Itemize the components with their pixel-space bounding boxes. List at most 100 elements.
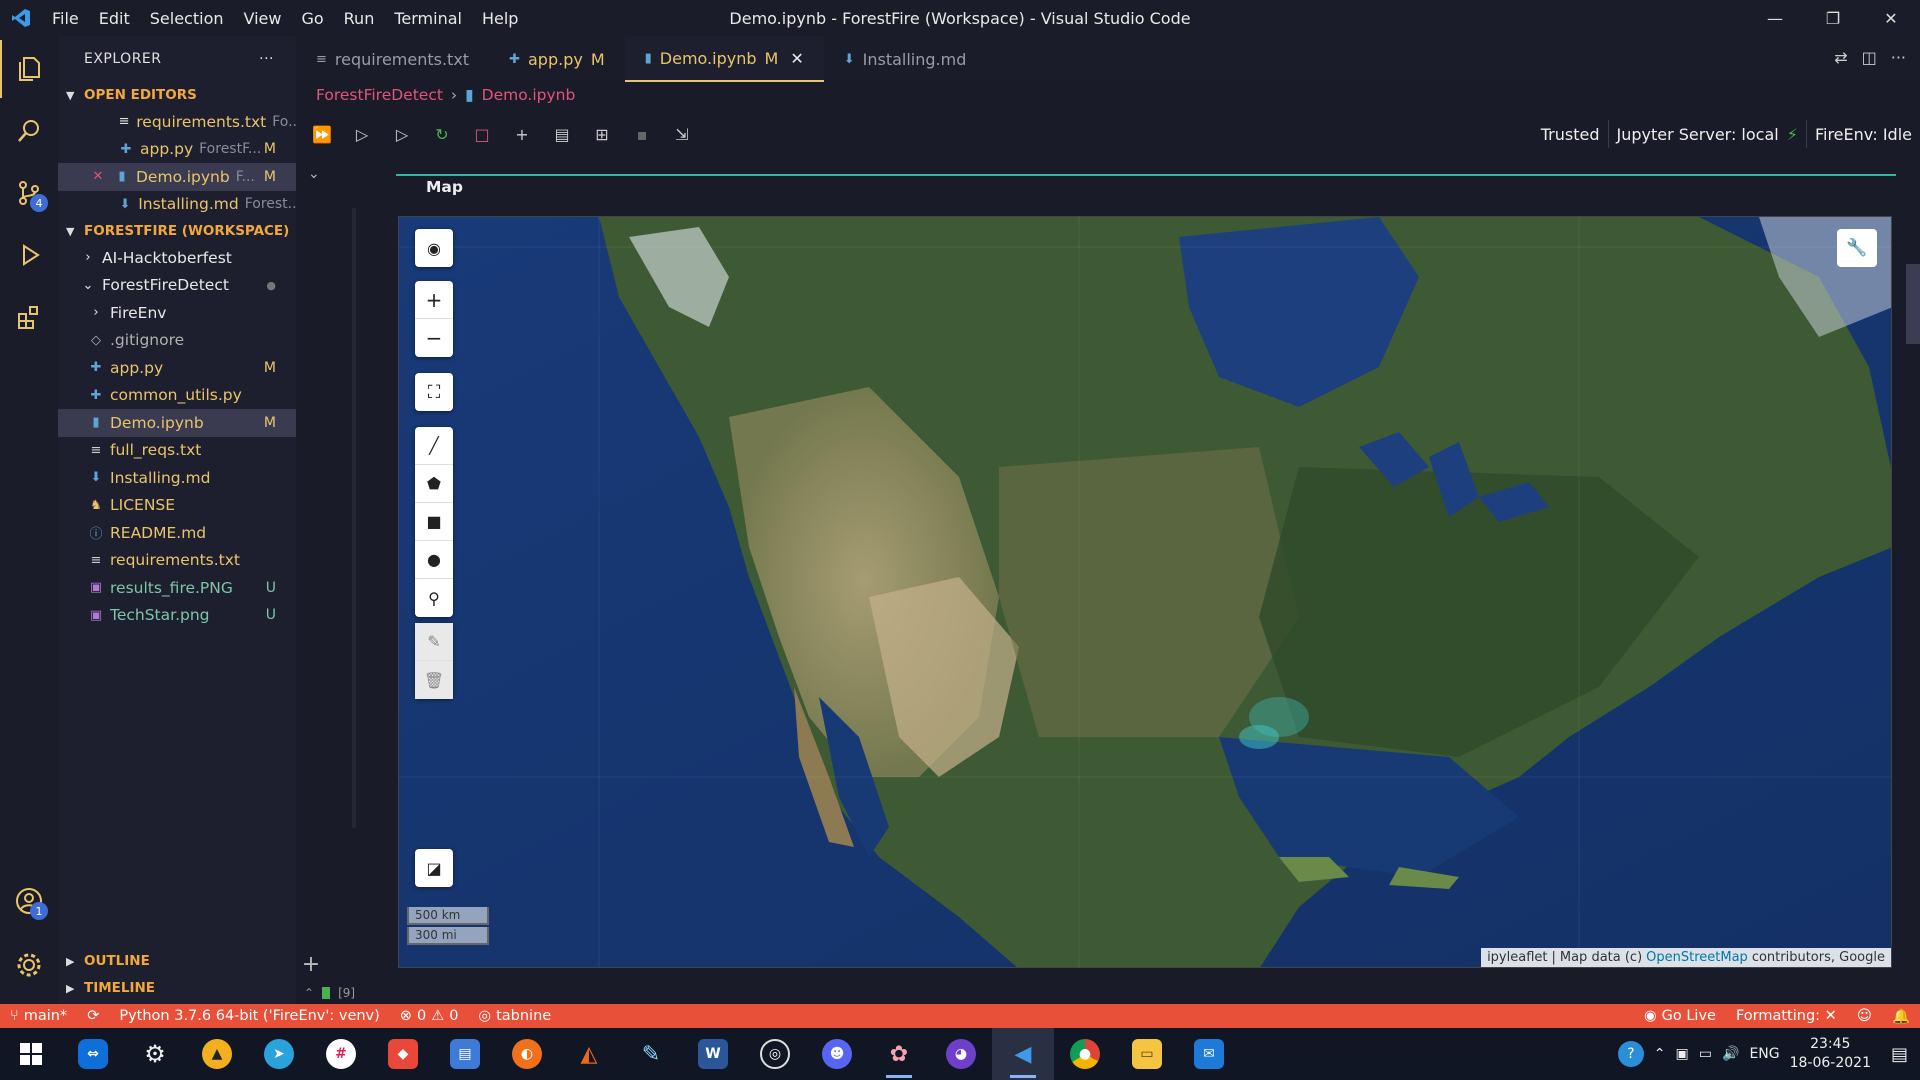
close-window-icon[interactable]: ✕ bbox=[1862, 0, 1920, 36]
restart-kernel-icon[interactable]: ↻ bbox=[422, 125, 462, 144]
settings-gear-icon[interactable] bbox=[0, 936, 58, 994]
close-tab-icon[interactable]: ✕ bbox=[790, 49, 803, 68]
taskbar-slack[interactable]: # bbox=[310, 1028, 372, 1080]
language-indicator[interactable]: ENG bbox=[1749, 1046, 1779, 1062]
more-actions-icon[interactable]: ··· bbox=[259, 51, 274, 67]
tree-file[interactable]: ⓘ README.md bbox=[58, 519, 296, 547]
satellite-map-tiles[interactable] bbox=[399, 217, 1892, 968]
scrollbar-thumb[interactable] bbox=[1906, 264, 1920, 344]
split-editor-icon[interactable]: ◫ bbox=[1862, 48, 1877, 67]
wrench-icon[interactable]: 🔧 bbox=[1837, 229, 1877, 267]
menu-help[interactable]: Help bbox=[472, 9, 528, 28]
battery-icon[interactable]: ▭ bbox=[1699, 1046, 1712, 1062]
edit-layers-icon[interactable]: ✎ bbox=[415, 623, 453, 661]
python-interpreter[interactable]: Python 3.7.6 64-bit ('FireEnv': venv) bbox=[109, 1008, 389, 1024]
open-editor-item[interactable]: ⬇ Installing.md Forest... bbox=[58, 191, 296, 219]
taskbar-chrome[interactable]: ● bbox=[1054, 1028, 1116, 1080]
run-below-icon[interactable]: ▷ bbox=[382, 125, 422, 144]
taskbar-obs[interactable]: ◎ bbox=[744, 1028, 806, 1080]
formatting-status[interactable]: Formatting: ✕ bbox=[1726, 1008, 1847, 1025]
draw-marker-icon[interactable]: ⚲ bbox=[415, 579, 453, 617]
add-cell-plus-icon[interactable]: + bbox=[296, 952, 326, 977]
menu-selection[interactable]: Selection bbox=[140, 9, 234, 28]
tab-app[interactable]: ✚ app.py M bbox=[489, 36, 625, 82]
tree-file[interactable]: ⬇ Installing.md bbox=[58, 464, 296, 492]
map-widget[interactable]: ◉ + − ⛶ ╱ ⬟ ■ ● ⚲ ✎ 🗑 ◪ 🔧 500 km 300 mi … bbox=[398, 216, 1892, 968]
minimize-icon[interactable]: — bbox=[1746, 0, 1804, 36]
breadcrumb-file[interactable]: Demo.ipynb bbox=[482, 86, 576, 104]
source-control-icon[interactable]: 4 bbox=[0, 164, 58, 222]
menu-terminal[interactable]: Terminal bbox=[384, 9, 472, 28]
open-editor-item[interactable]: ✚ app.py ForestF... M bbox=[58, 136, 296, 164]
tree-folder[interactable]: › AI-Hacktoberfest bbox=[58, 244, 296, 272]
start-button[interactable] bbox=[0, 1028, 62, 1080]
tree-folder[interactable]: ⌄ ForestFireDetect ● bbox=[58, 272, 296, 300]
delete-layers-icon[interactable]: 🗑 bbox=[415, 661, 453, 699]
menu-edit[interactable]: Edit bbox=[89, 9, 140, 28]
globe-icon[interactable]: ◉ bbox=[415, 229, 453, 267]
run-debug-icon[interactable] bbox=[0, 226, 58, 284]
tree-file[interactable]: ✚ common_utils.py bbox=[58, 382, 296, 410]
taskbar-notes[interactable]: ▤ bbox=[434, 1028, 496, 1080]
search-icon[interactable] bbox=[0, 102, 58, 160]
zoom-in-button[interactable]: + bbox=[415, 281, 453, 319]
taskbar-firefox[interactable]: ◐ bbox=[496, 1028, 558, 1080]
zoom-out-button[interactable]: − bbox=[415, 319, 453, 357]
jupyter-server-status[interactable]: Jupyter Server: local ⚡ bbox=[1609, 120, 1807, 148]
menu-run[interactable]: Run bbox=[334, 9, 385, 28]
chevron-up-icon[interactable]: ⌃ bbox=[304, 986, 314, 1000]
fullscreen-icon[interactable]: ⛶ bbox=[415, 373, 453, 411]
tab-demo[interactable]: ▮ Demo.ipynb M ✕ bbox=[624, 36, 824, 82]
more-icon[interactable]: ··· bbox=[1891, 48, 1906, 67]
kernel-status[interactable]: FireEnv: Idle bbox=[1807, 120, 1920, 148]
tabnine-status[interactable]: ◎ tabnine bbox=[468, 1008, 561, 1024]
breadcrumb-folder[interactable]: ForestFireDetect bbox=[316, 86, 443, 104]
taskbar-app-triangle[interactable]: ▲ bbox=[186, 1028, 248, 1080]
trusted-status[interactable]: Trusted bbox=[1533, 120, 1609, 148]
extensions-icon[interactable] bbox=[0, 288, 58, 346]
draw-polyline-icon[interactable]: ╱ bbox=[415, 427, 453, 465]
variables-icon[interactable]: ⊞ bbox=[582, 125, 622, 144]
measure-icon[interactable]: ◪ bbox=[415, 849, 453, 887]
tree-file[interactable]: ♞ LICENSE bbox=[58, 492, 296, 520]
open-editor-item-active[interactable]: ✕ ▮ Demo.ipynb F... M bbox=[58, 163, 296, 191]
help-icon[interactable]: ? bbox=[1617, 1041, 1644, 1067]
taskbar-matlab[interactable]: ◭ bbox=[558, 1028, 620, 1080]
taskbar-mail[interactable]: ✉ bbox=[1178, 1028, 1240, 1080]
tab-requirements[interactable]: ≡ requirements.txt bbox=[296, 36, 489, 82]
taskbar-settings[interactable]: ⚙ bbox=[124, 1028, 186, 1080]
restore-icon[interactable]: ❐ bbox=[1804, 0, 1862, 36]
draw-rectangle-icon[interactable]: ■ bbox=[415, 503, 453, 541]
run-above-icon[interactable]: ▷ bbox=[342, 125, 382, 144]
tab-installing[interactable]: ⬇ Installing.md bbox=[824, 36, 987, 82]
taskbar-word[interactable]: W bbox=[682, 1028, 744, 1080]
notification-center-icon[interactable]: ▤ bbox=[1891, 1044, 1908, 1065]
git-branch[interactable]: ⑂ main* bbox=[0, 1008, 77, 1024]
tree-file-selected[interactable]: ▮ Demo.ipynb M bbox=[58, 409, 296, 437]
run-all-icon[interactable]: ⏩ bbox=[302, 125, 342, 144]
timeline-section[interactable]: ▶ TIMELINE bbox=[58, 975, 296, 1001]
osm-link[interactable]: OpenStreetMap bbox=[1646, 950, 1748, 965]
workspace-header[interactable]: ▼ FORESTFIRE (WORKSPACE) bbox=[58, 218, 296, 244]
collapse-cell-icon[interactable]: ⌄ bbox=[308, 166, 320, 182]
taskbar-discord[interactable]: ☻ bbox=[806, 1028, 868, 1080]
tree-file[interactable]: ▣ TechStar.png U bbox=[58, 602, 296, 630]
taskbar-teamviewer[interactable]: ⇔ bbox=[62, 1028, 124, 1080]
clock[interactable]: 23:45 18-06-2021 bbox=[1790, 1035, 1871, 1073]
tree-file[interactable]: ≡ requirements.txt bbox=[58, 547, 296, 575]
open-editors-header[interactable]: ▼ OPEN EDITORS bbox=[58, 82, 296, 108]
tree-file[interactable]: ✚ app.py M bbox=[58, 354, 296, 382]
clear-outputs-icon[interactable]: ▤ bbox=[542, 125, 582, 144]
tree-file[interactable]: ◇ .gitignore bbox=[58, 327, 296, 355]
outline-section[interactable]: ▶ OUTLINE bbox=[58, 948, 296, 974]
taskbar-github[interactable]: ◕ bbox=[930, 1028, 992, 1080]
explorer-icon[interactable] bbox=[0, 40, 58, 98]
taskbar-kite[interactable]: ✿ bbox=[868, 1028, 930, 1080]
tree-file[interactable]: ≡ full_reqs.txt bbox=[58, 437, 296, 465]
feedback-icon[interactable]: ☺ bbox=[1847, 1008, 1882, 1025]
close-editor-icon[interactable]: ✕ bbox=[88, 169, 108, 184]
save-icon[interactable]: ▪ bbox=[622, 125, 662, 144]
menu-file[interactable]: File bbox=[42, 9, 89, 28]
menu-view[interactable]: View bbox=[234, 9, 292, 28]
accounts-icon[interactable]: 1 bbox=[0, 872, 58, 930]
